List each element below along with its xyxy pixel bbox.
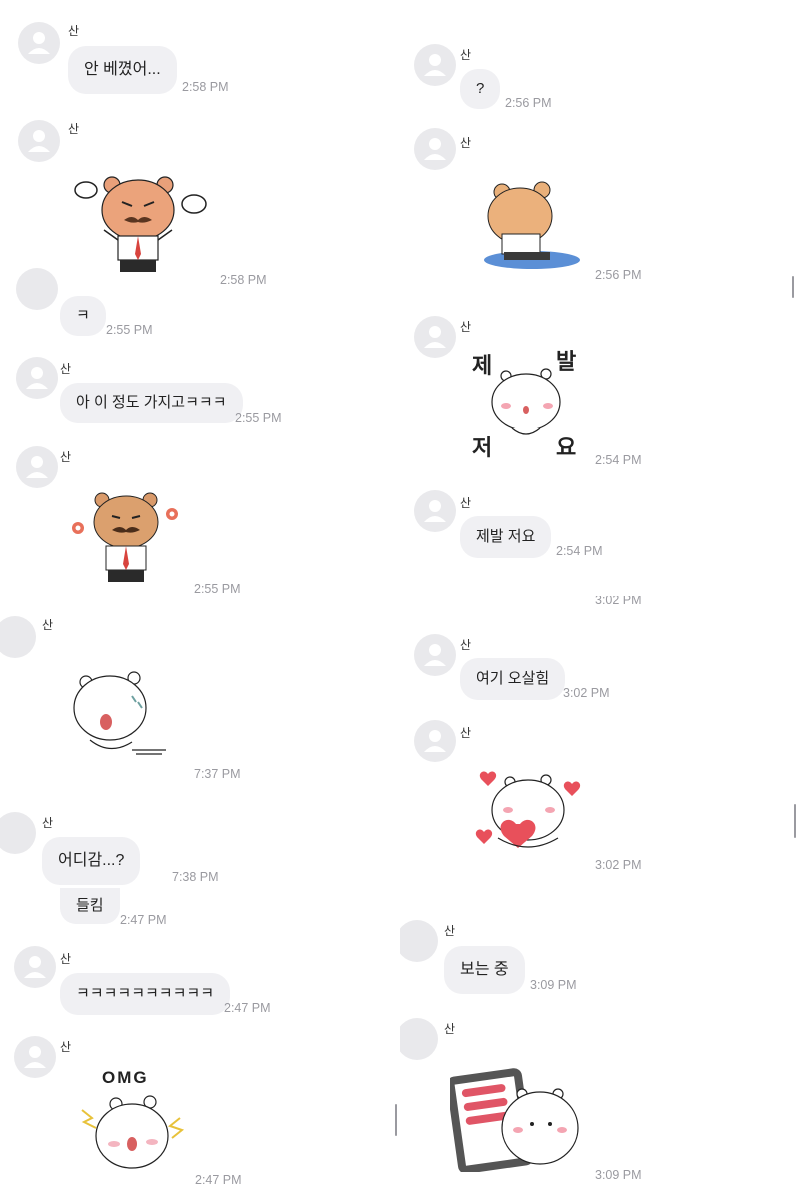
message-timestamp: 3:09 PM [595,1168,642,1182]
avatar[interactable] [414,490,456,532]
message-timestamp: 3:02 PM [563,686,610,700]
sender-name: 산 [42,618,54,632]
message-timestamp: 2:58 PM [182,80,229,94]
message-bubble[interactable]: 보는 중 [444,946,525,994]
sender-name: 산 [460,136,472,150]
sad-bear-puddle-sticker[interactable] [480,178,580,274]
message-bubble[interactable]: ㅋ [60,296,106,336]
shocked-hamster-sticker[interactable] [70,668,170,760]
sender-name: 산 [460,496,472,510]
message-bubble[interactable]: 여기 오살힘 [460,658,566,700]
avatar[interactable] [14,1036,56,1078]
message-timestamp: 2:56 PM [505,96,552,110]
heart-hamster-sticker[interactable] [472,764,588,860]
avatar[interactable] [414,634,456,676]
message-timestamp: 2:55 PM [106,323,153,337]
message-timestamp: 3:02 PM [595,858,642,872]
message-bubble[interactable]: ? [460,69,501,109]
avatar[interactable] [16,357,58,399]
sender-name: 산 [60,1040,72,1054]
sender-name: 산 [460,48,472,62]
message-bubble[interactable]: 제발 저요 [460,516,552,558]
message-bubble[interactable]: 들킴 [60,888,120,924]
sender-name: 산 [444,924,456,938]
avatar[interactable] [400,920,438,962]
avatar[interactable] [414,720,456,762]
hamster-phone-sticker[interactable] [450,1066,586,1172]
message-bubble[interactable]: 아 이 정도 가지고ㅋㅋㅋ [60,383,243,423]
message-timestamp: 2:54 PM [556,544,603,558]
message-timestamp: 7:38 PM [172,870,219,884]
sender-name: 산 [68,122,80,136]
sender-name: 산 [68,24,80,38]
angry-bear-mustache-sticker[interactable] [72,170,212,280]
message-timestamp: 2:47 PM [120,913,167,927]
sender-name: 산 [444,1022,456,1036]
message-timestamp: 2:56 PM [595,268,642,282]
sticker-caption: OMG [102,1068,149,1087]
message-timestamp: 2:54 PM [595,453,642,467]
message-timestamp: 3:09 PM [530,978,577,992]
avatar[interactable] [14,946,56,988]
message-timestamp: 7:37 PM [194,767,241,781]
message-timestamp: 2:47 PM [195,1173,242,1187]
chat-column-left: 산 안 베꼈어... 2:58 PM 산 2:58 PM ㅋ 2:55 PM 산… [0,0,400,1199]
sender-name: 산 [460,726,472,740]
message-timestamp: 3:02 PM [595,596,642,606]
avatar[interactable] [414,316,456,358]
message-bubble[interactable]: 안 베꼈어... [68,46,177,94]
chat-column-right: 산 ? 2:56 PM 산 2:56 PM 산 제 발 저 요 2:54 PM [400,0,800,1199]
avatar[interactable] [414,44,456,86]
omg-hamster-sticker[interactable]: OMG [76,1068,196,1178]
please-hamster-sticker[interactable]: 제 발 저 요 [468,344,584,462]
bear-mustache-flowers-sticker[interactable] [66,490,186,590]
sender-name: 산 [60,952,72,966]
sender-name: 산 [460,320,472,334]
message-timestamp: 2:55 PM [194,582,241,596]
sender-name: 산 [60,362,72,376]
avatar[interactable] [400,1018,438,1060]
sender-name: 산 [60,450,72,464]
message-bubble[interactable]: ㅋㅋㅋㅋㅋㅋㅋㅋㅋㅋ [60,973,231,1015]
message-timestamp: 2:55 PM [235,411,282,425]
avatar[interactable] [16,446,58,488]
scrollbar-thumb[interactable] [395,1104,397,1136]
sender-name: 산 [460,638,472,652]
sender-name: 산 [42,816,54,830]
avatar[interactable] [0,616,36,658]
avatar[interactable] [16,268,58,310]
message-timestamp: 2:58 PM [220,273,267,287]
scrollbar-thumb[interactable] [794,804,796,838]
message-bubble[interactable]: 어디감...? [42,837,141,885]
avatar[interactable] [18,120,60,162]
message-timestamp: 2:47 PM [224,1001,271,1015]
avatar[interactable] [414,128,456,170]
avatar[interactable] [18,22,60,64]
avatar[interactable] [0,812,36,854]
scrollbar-thumb[interactable] [792,276,794,298]
